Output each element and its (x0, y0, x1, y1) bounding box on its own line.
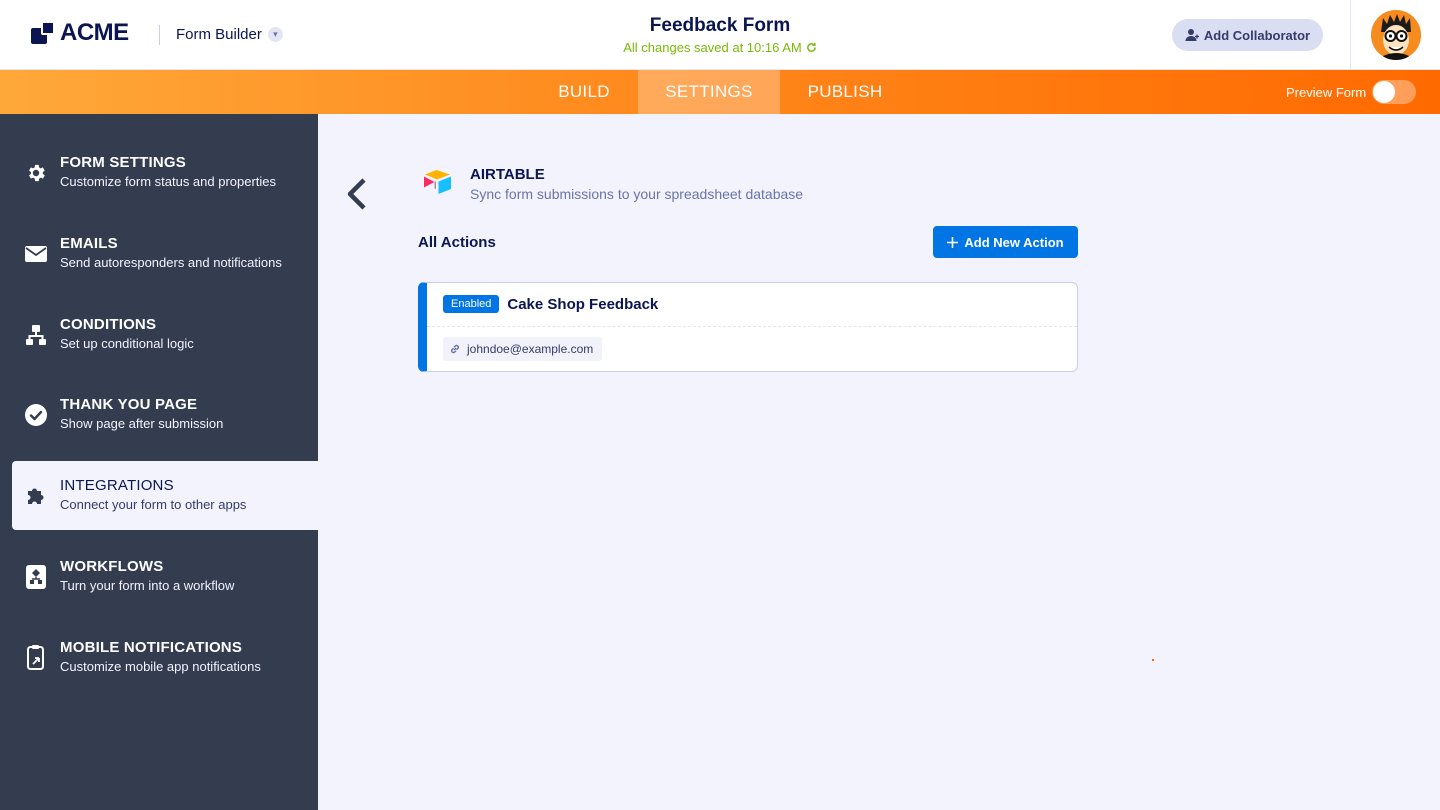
tab-build[interactable]: BUILD (530, 70, 638, 114)
avatar[interactable] (1371, 10, 1421, 60)
sidebar-item-conditions[interactable]: CONDITIONS Set up conditional logic (12, 300, 318, 369)
account-email: johndoe@example.com (467, 342, 594, 356)
sidebar-item-title: CONDITIONS (60, 316, 157, 333)
sidebar-item-title: FORM SETTINGS (60, 154, 186, 171)
sidebar-item-integrations[interactable]: INTEGRATIONS Connect your form to other … (12, 461, 318, 530)
account-chip: johndoe@example.com (443, 337, 603, 361)
form-title[interactable]: Feedback Form (520, 15, 920, 37)
chevron-left-icon (347, 178, 366, 210)
sidebar-item-subtitle: Set up conditional logic (60, 336, 194, 351)
brand-name: ACME (60, 19, 129, 46)
add-new-action-button[interactable]: Add New Action (933, 226, 1078, 258)
preview-form: Preview Form (1286, 70, 1417, 114)
preview-form-label: Preview Form (1286, 84, 1367, 100)
link-icon (451, 344, 459, 354)
user-avatar-icon (1371, 10, 1421, 60)
header-divider-right (1350, 0, 1351, 70)
sidebar-item-title: THANK YOU PAGE (60, 396, 198, 413)
sidebar-item-mobile-notifications[interactable]: MOBILE NOTIFICATIONS Customize mobile ap… (12, 623, 318, 692)
stray-dot (1152, 659, 1154, 661)
integration-name: AIRTABLE (470, 166, 545, 183)
brand-logo[interactable]: ACME (31, 19, 129, 47)
mobile-icon (24, 645, 48, 670)
status-badge: Enabled (443, 295, 500, 313)
back-button[interactable] (344, 176, 370, 212)
sidebar-item-subtitle: Customize mobile app notifications (60, 659, 261, 674)
sidebar-item-emails[interactable]: EMAILS Send autoresponders and notificat… (12, 219, 318, 288)
gear-icon (24, 161, 48, 185)
app-switcher[interactable]: Form Builder ▾ (176, 26, 283, 43)
sidebar-item-title: INTEGRATIONS (60, 477, 174, 494)
form-title-area: Feedback Form All changes saved at 10:16… (520, 15, 920, 57)
settings-sidebar: FORM SETTINGS Customize form status and … (0, 114, 318, 810)
app-switcher-label: Form Builder (176, 26, 262, 43)
refresh-icon (806, 42, 816, 52)
toggle-knob (1373, 81, 1396, 103)
tab-settings[interactable]: SETTINGS (638, 70, 780, 114)
sidebar-item-title: MOBILE NOTIFICATIONS (60, 639, 243, 656)
actions-heading: All Actions (418, 234, 496, 251)
logo-mark-icon (31, 20, 57, 46)
sidebar-item-title: WORKFLOWS (60, 558, 164, 575)
main-nav: BUILD SETTINGS PUBLISH Preview Form (0, 70, 1440, 114)
add-user-icon (1185, 29, 1199, 41)
preview-form-toggle[interactable] (1372, 80, 1417, 104)
sidebar-item-subtitle: Customize form status and properties (60, 174, 277, 189)
action-card-header: Enabled Cake Shop Feedback (443, 295, 658, 313)
sidebar-item-thank-you-page[interactable]: THANK YOU PAGE Show page after submissio… (12, 380, 318, 449)
app-header: ACME Form Builder ▾ Feedback Form All ch… (0, 0, 1440, 70)
action-card[interactable]: Enabled Cake Shop Feedback johndoe@examp… (418, 282, 1078, 372)
tab-publish[interactable]: PUBLISH (780, 70, 910, 114)
sidebar-item-subtitle: Send autoresponders and notifications (60, 255, 282, 270)
card-divider (427, 326, 1077, 327)
action-title: Cake Shop Feedback (507, 295, 659, 313)
chevron-down-icon: ▾ (267, 27, 283, 42)
puzzle-icon (24, 484, 48, 508)
save-status: All changes saved at 10:16 AM (623, 40, 817, 55)
save-status-text: All changes saved at 10:16 AM (623, 40, 802, 55)
add-new-action-label: Add New Action (964, 234, 1064, 250)
sidebar-item-title: EMAILS (60, 235, 118, 252)
header-divider (159, 25, 160, 45)
plus-icon (947, 236, 959, 248)
add-collaborator-label: Add Collaborator (1203, 27, 1311, 43)
check-circle-icon (24, 403, 48, 427)
sidebar-item-workflows[interactable]: WORKFLOWS Turn your form into a workflow (12, 542, 318, 611)
envelope-icon (24, 242, 48, 266)
add-collaborator-button[interactable]: Add Collaborator (1172, 19, 1323, 51)
sidebar-item-subtitle: Show page after submission (60, 416, 224, 431)
airtable-logo-icon (424, 170, 451, 194)
sidebar-item-subtitle: Turn your form into a workflow (60, 578, 235, 593)
sidebar-item-subtitle: Connect your form to other apps (60, 497, 247, 512)
sitemap-icon (24, 323, 48, 347)
integration-description: Sync form submissions to your spreadshee… (470, 186, 804, 202)
sidebar-item-form-settings[interactable]: FORM SETTINGS Customize form status and … (12, 138, 318, 207)
workflow-icon (24, 565, 48, 589)
